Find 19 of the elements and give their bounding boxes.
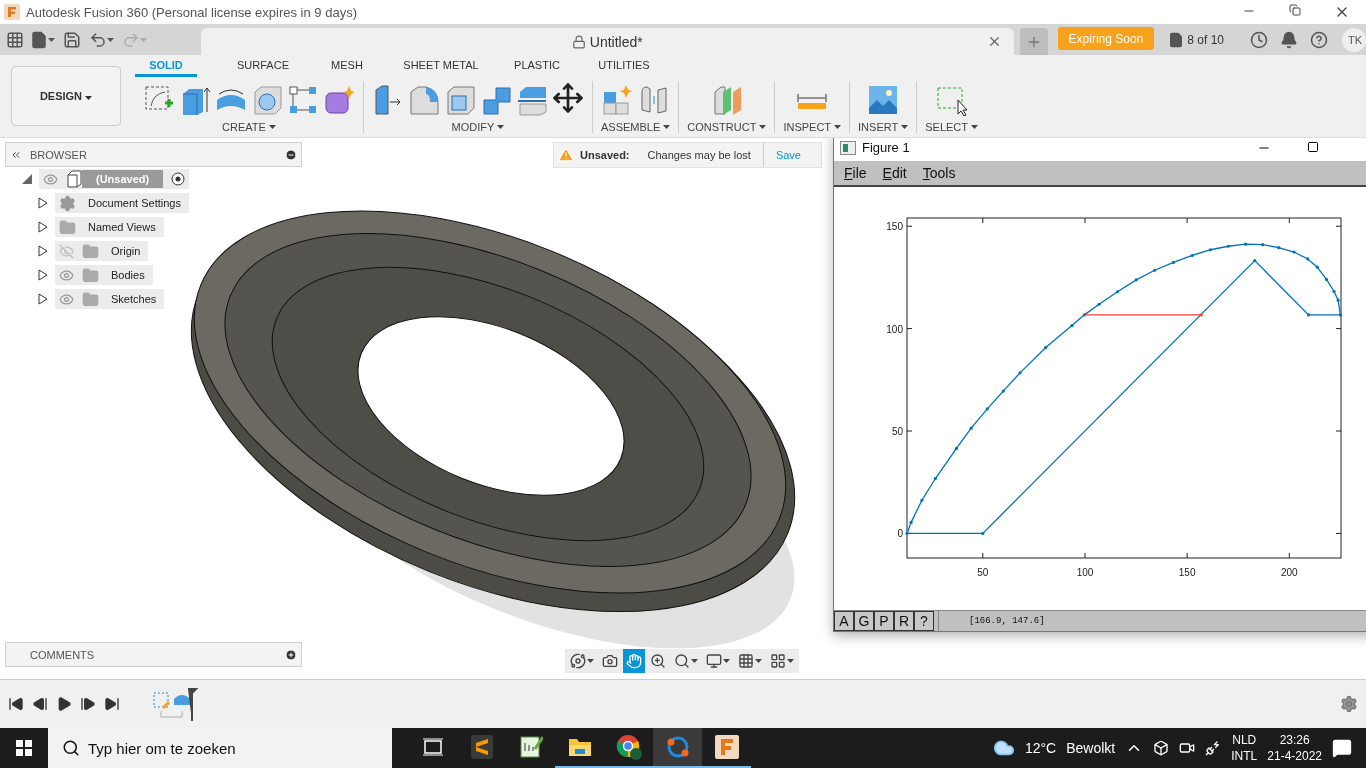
cursor-coordinates: [166.9, 147.6] — [938, 610, 1366, 631]
x-tick-label: 100 — [1076, 566, 1094, 578]
window-title: Autodesk Fusion 360 (Personal license expires in 9 days) — [26, 4, 358, 20]
comments-title: COMMENTS — [29, 648, 96, 661]
y-tick-label: 150 — [886, 220, 903, 232]
y-tick-label: 100 — [886, 323, 903, 335]
x-tick-label: 50 — [977, 566, 989, 578]
y-tick-label: 50 — [891, 425, 903, 437]
unsaved-message: Changes may be lost — [647, 143, 764, 167]
browser-title: BROWSER — [30, 148, 88, 161]
document-title: Untitled* — [589, 33, 643, 50]
x-tick-label: 200 — [1280, 566, 1298, 578]
component-label: (Unsaved) — [82, 170, 164, 188]
x-tick-label: 150 — [1178, 566, 1196, 578]
weather-condition: Bewolkt — [1066, 740, 1116, 756]
y-tick-label: 0 — [897, 528, 903, 539]
figure-title: Figure 1 — [862, 140, 911, 156]
unsaved-label: Unsaved: — [579, 149, 631, 161]
temperature: 12°C — [1024, 740, 1057, 756]
